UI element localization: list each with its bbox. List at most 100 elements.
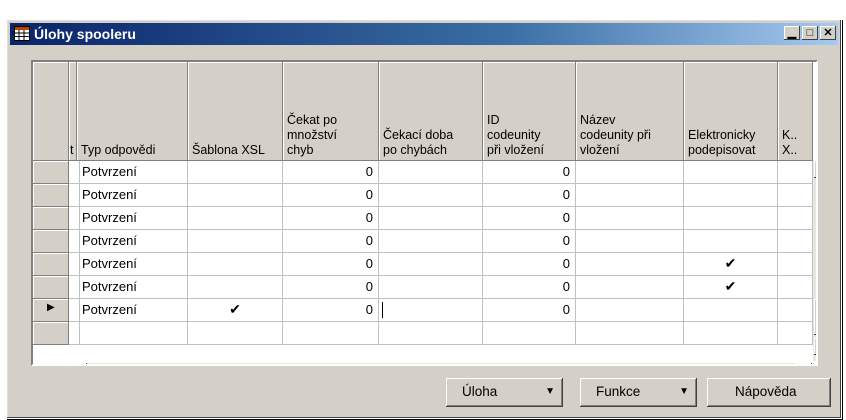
row-selector[interactable] bbox=[33, 161, 69, 184]
column-header-xsl[interactable]: Šablona XSL bbox=[188, 62, 283, 161]
column-header-k[interactable]: K.. X.. bbox=[778, 62, 813, 161]
cell-cekat[interactable]: 0 bbox=[283, 299, 379, 322]
cell-id[interactable] bbox=[483, 322, 576, 345]
cell-doba[interactable] bbox=[379, 230, 483, 253]
cell-el[interactable] bbox=[684, 299, 778, 322]
cell-id[interactable]: 0 bbox=[483, 161, 576, 184]
cell-k[interactable] bbox=[778, 253, 813, 276]
close-button[interactable]: ✕ bbox=[820, 26, 836, 40]
cell-xsl[interactable] bbox=[188, 161, 283, 184]
column-header-cekat[interactable]: Čekat po množství chyb bbox=[283, 62, 379, 161]
cell-cekat[interactable] bbox=[283, 322, 379, 345]
row-selector[interactable] bbox=[33, 230, 69, 253]
cell-xsl[interactable] bbox=[188, 322, 283, 345]
cell-typ[interactable]: Potvrzení bbox=[77, 299, 188, 322]
cell-nazev[interactable] bbox=[576, 184, 684, 207]
column-header-id[interactable]: ID codeunity při vložení bbox=[483, 62, 576, 161]
cell-xsl[interactable] bbox=[188, 230, 283, 253]
cell-nazev[interactable] bbox=[576, 207, 684, 230]
cell-nazev[interactable] bbox=[576, 230, 684, 253]
cell-nazev[interactable] bbox=[576, 161, 684, 184]
horizontal-scroll-thumb[interactable] bbox=[477, 364, 671, 366]
column-header-label: Elektronicky podepisovat bbox=[688, 128, 756, 157]
vertical-scrollbar[interactable]: ▲ ▼ bbox=[813, 161, 816, 361]
row-selector[interactable] bbox=[33, 253, 69, 276]
column-header-label: Název codeunity při vložení bbox=[580, 113, 651, 157]
column-header-nazev[interactable]: Název codeunity při vložení bbox=[576, 62, 684, 161]
cell-cekat[interactable]: 0 bbox=[283, 230, 379, 253]
column-header-t[interactable]: t bbox=[69, 62, 77, 161]
cell-k[interactable] bbox=[778, 276, 813, 299]
cell-el[interactable] bbox=[684, 184, 778, 207]
cell-k[interactable] bbox=[778, 184, 813, 207]
cell-id[interactable]: 0 bbox=[483, 207, 576, 230]
cell-id[interactable]: 0 bbox=[483, 276, 576, 299]
cell-k[interactable] bbox=[778, 161, 813, 184]
column-header-typ[interactable]: Typ odpovědi bbox=[77, 62, 188, 161]
cell-cekat[interactable]: 0 bbox=[283, 253, 379, 276]
column-header-el[interactable]: Elektronicky podepisovat bbox=[684, 62, 778, 161]
chevron-down-icon: ▼ bbox=[679, 386, 689, 397]
cell-id[interactable]: 0 bbox=[483, 253, 576, 276]
row-selector[interactable] bbox=[33, 322, 69, 345]
cell-cekat[interactable]: 0 bbox=[283, 276, 379, 299]
cell-k[interactable] bbox=[778, 207, 813, 230]
cell-xsl[interactable]: ✔ bbox=[188, 299, 283, 322]
cell-typ[interactable]: Potvrzení bbox=[77, 207, 188, 230]
cell-el[interactable] bbox=[684, 230, 778, 253]
cell-nazev[interactable] bbox=[576, 322, 684, 345]
cell-doba[interactable] bbox=[379, 299, 483, 322]
cell-typ[interactable]: Potvrzení bbox=[77, 230, 188, 253]
cell-doba[interactable] bbox=[379, 253, 483, 276]
cell-id[interactable]: 0 bbox=[483, 184, 576, 207]
cell-nazev[interactable] bbox=[576, 299, 684, 322]
cell-nazev[interactable] bbox=[576, 276, 684, 299]
cell-doba[interactable] bbox=[379, 207, 483, 230]
column-header-label: ID codeunity při vložení bbox=[487, 113, 544, 157]
cell-xsl[interactable] bbox=[188, 253, 283, 276]
cell-el[interactable]: ✔ bbox=[684, 253, 778, 276]
cell-doba[interactable] bbox=[379, 161, 483, 184]
horizontal-scrollbar[interactable]: ◀ ▶ bbox=[69, 363, 813, 366]
cell-typ[interactable]: Potvrzení bbox=[77, 184, 188, 207]
vertical-scroll-thumb[interactable] bbox=[814, 299, 816, 335]
cell-nazev[interactable] bbox=[576, 253, 684, 276]
task-menu-button[interactable]: Úloha ▼ bbox=[446, 378, 563, 407]
row-selector[interactable] bbox=[33, 207, 69, 230]
cell-typ[interactable]: Potvrzení bbox=[77, 161, 188, 184]
cell-k[interactable] bbox=[778, 299, 813, 322]
cell-el[interactable] bbox=[684, 322, 778, 345]
cell-xsl[interactable] bbox=[188, 184, 283, 207]
cell-xsl[interactable] bbox=[188, 276, 283, 299]
minimize-button[interactable]: ▁ bbox=[784, 26, 800, 40]
cell-k[interactable] bbox=[778, 230, 813, 253]
cell-cekat[interactable]: 0 bbox=[283, 207, 379, 230]
column-header-doba[interactable]: Čekací doba po chybách bbox=[379, 62, 483, 161]
cell-typ[interactable]: Potvrzení bbox=[77, 253, 188, 276]
cell-k[interactable] bbox=[778, 322, 813, 345]
functions-menu-button[interactable]: Funkce ▼ bbox=[580, 378, 697, 407]
cell-id[interactable]: 0 bbox=[483, 299, 576, 322]
cell-doba[interactable] bbox=[379, 184, 483, 207]
scroll-down-arrow-icon[interactable]: ▼ bbox=[814, 338, 816, 355]
help-button[interactable]: Nápověda bbox=[707, 378, 831, 407]
cell-typ[interactable]: Potvrzení bbox=[77, 276, 188, 299]
scroll-up-arrow-icon[interactable]: ▲ bbox=[814, 161, 816, 178]
table-icon bbox=[14, 26, 30, 41]
maximize-button[interactable]: □ bbox=[802, 26, 818, 40]
cell-el[interactable]: ✔ bbox=[684, 276, 778, 299]
cell-el[interactable] bbox=[684, 207, 778, 230]
cell-id[interactable]: 0 bbox=[483, 230, 576, 253]
cell-doba[interactable] bbox=[379, 276, 483, 299]
scroll-left-arrow-icon[interactable]: ◀ bbox=[70, 363, 87, 364]
cell-typ[interactable] bbox=[77, 322, 188, 345]
cell-el[interactable] bbox=[684, 161, 778, 184]
row-selector[interactable] bbox=[33, 184, 69, 207]
scroll-right-arrow-icon[interactable]: ▶ bbox=[795, 363, 812, 364]
cell-xsl[interactable] bbox=[188, 207, 283, 230]
row-selector[interactable] bbox=[33, 276, 69, 299]
cell-cekat[interactable]: 0 bbox=[283, 161, 379, 184]
cell-doba[interactable] bbox=[379, 322, 483, 345]
row-selector[interactable]: ▶ bbox=[33, 299, 69, 322]
cell-cekat[interactable]: 0 bbox=[283, 184, 379, 207]
